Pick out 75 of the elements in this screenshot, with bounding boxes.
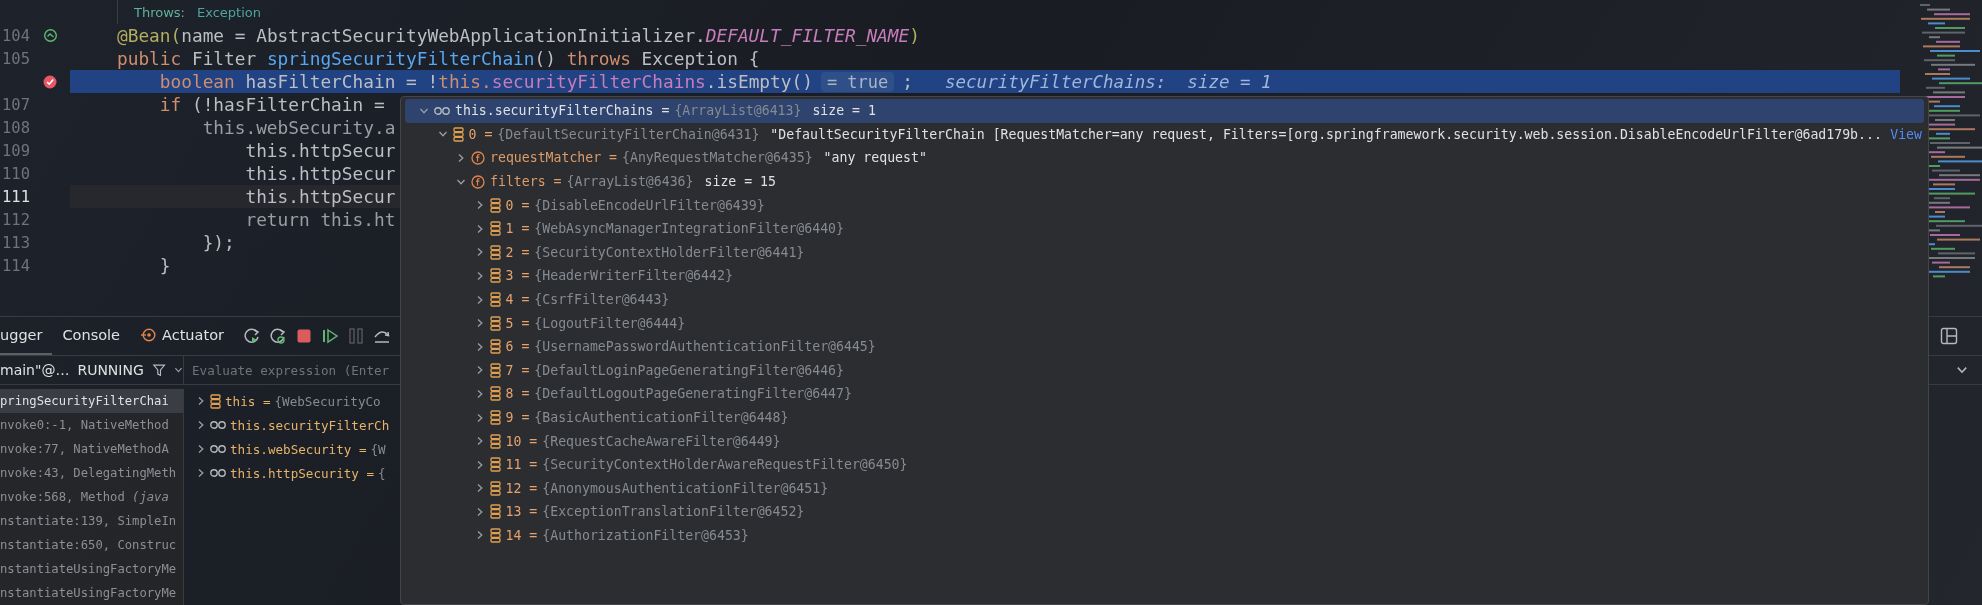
variable-name: 11 = [505,457,538,473]
line-number: 111 [1,187,30,206]
variable-value: {WebAsyncManagerIntegrationFilter@6440} [534,221,844,237]
variable-value: {UsernamePasswordAuthenticationFilter@6445} [534,339,876,355]
inline-hint: securityFilterChains: size = 1 [945,71,1272,92]
code-line: public Filter springSecurityFilterChain() throws Exception { [117,48,760,69]
variable-name: 6 = [505,339,530,355]
variable-value: {ArrayList@6413} [674,103,802,119]
variable-name: 13 = [505,504,538,520]
line-number: 108 [1,118,30,137]
inline-value: = true [820,71,895,92]
variable-value: {WebSecurityCo [274,393,381,409]
code-line: this.httpSecur [244,186,396,207]
variable-name: 14 = [505,528,538,543]
code-line: this.webSecurity.a [201,117,396,138]
semicolon: ; [902,71,913,92]
variable-value: {ExceptionTranslationFilter@6452} [542,504,805,520]
variable-value: {DisableEncodeUrlFilter@6439} [534,197,765,213]
variable-name: this.securityFilterCh [230,417,390,433]
line-number: 104 [1,26,30,45]
variable-value: {SecurityContextHolderAwareRequestFilter@6450} [542,457,908,473]
variable-description: size = 1 [812,103,876,119]
variable-value: {AnyRequestMatcher@6435} [622,150,813,166]
variable-description: "DefaultSecurityFilterChain [RequestMatcher=any request, Filters=[org.springframework.security.web.session.DisableEncodeUrlFilter@6ad179b... [770,126,1882,142]
variable-description: "any request" [823,150,927,166]
variable-description: size = 15 [704,174,776,190]
code-line: if (!hasFilterChain = [158,94,385,115]
variable-name: 7 = [505,362,530,378]
variable-name: 4 = [505,292,530,308]
variable-name: 10 = [505,433,538,449]
line-number: 114 [1,256,30,275]
doc-label: Throws: [134,4,185,20]
variable-name: this = [225,393,271,409]
variable-name: 0 = [505,197,530,213]
variable-name: filters = [490,174,562,190]
variable-name: 3 = [505,268,530,284]
line-number: 109 [1,141,30,160]
variable-value: {DefaultLogoutPageGeneratingFilter@6447} [534,386,852,402]
variable-name: 8 = [505,386,530,402]
code-line: } [158,255,171,276]
variable-name: 12 = [505,480,538,496]
code-line: return this.ht [244,209,396,230]
variable-value: { [378,465,386,481]
variable-value: {ArrayList@6436} [566,174,694,190]
variable-value: {CsrfFilter@6443} [534,292,670,308]
variable-name: this.securityFilterChains = [455,103,670,119]
variable-name: 5 = [505,315,530,331]
variable-value: {BasicAuthenticationFilter@6448} [534,410,789,425]
variable-value: {SecurityContextHolderFilter@6441} [534,244,805,260]
variable-value: {DefaultLoginPageGeneratingFilter@6446} [534,362,844,378]
thread-state: RUNNING [77,362,144,378]
variable-value: {AnonymousAuthenticationFilter@6451} [542,480,829,496]
code-line: this.httpSecur [244,163,396,184]
variable-name: this.httpSecurity = [230,465,375,481]
variable-name: 1 = [505,221,530,237]
variable-value: {DefaultSecurityFilterChain@6431} [497,126,760,142]
variable-name: 0 = [468,126,493,142]
variable-value: {W [370,441,386,457]
variable-name: this.webSecurity = [230,441,367,457]
code-line: }); [201,232,235,253]
line-number: 112 [1,210,30,229]
variable-value: {LogoutFilter@6444} [534,315,686,331]
line-number: 107 [1,95,30,114]
variable-name: 9 = [505,410,530,425]
variable-value: {AuthorizationFilter@6453} [542,528,749,543]
line-number: 105 [1,49,30,68]
line-number: 113 [1,233,30,252]
variable-name: 2 = [505,244,530,260]
variable-value: {RequestCacheAwareFilter@6449} [542,433,781,449]
code-line: this.httpSecur [244,140,396,161]
code-line: boolean hasFilterChain = !this.securityFilterChains.isEmpty() [158,71,813,92]
code-line: @Bean(name = AbstractSecurityWebApplicationInitializer.DEFAULT_FILTER_NAME) [117,25,920,46]
variable-value: {HeaderWriterFilter@6442} [534,268,733,284]
variable-name: requestMatcher = [490,150,618,166]
line-number: 110 [1,164,30,183]
